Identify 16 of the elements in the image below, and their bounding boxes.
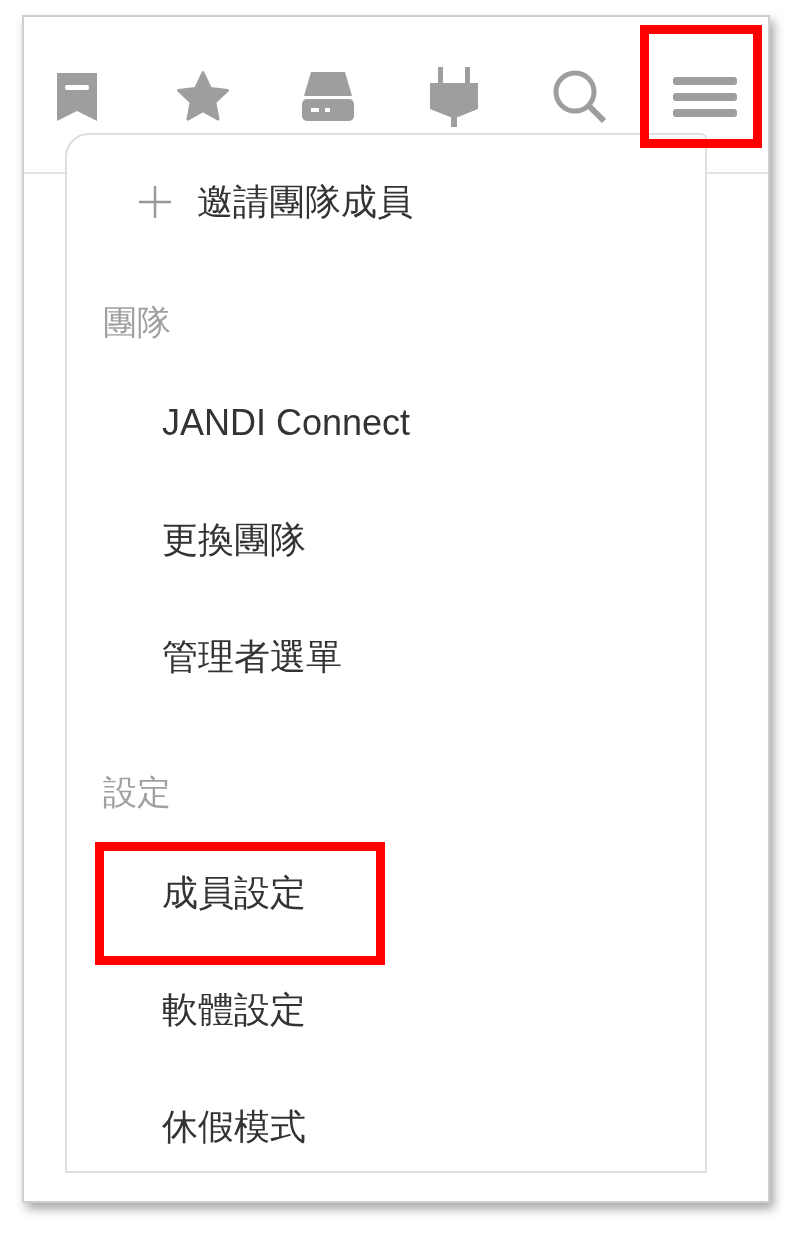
menu-item[interactable]: 軟體設定 [162,982,306,1037]
menu-item[interactable]: 成員設定 [162,865,306,920]
invite-member-item[interactable]: 邀請團隊成員 [67,172,413,232]
menu-item[interactable]: 更換團隊 [162,512,306,567]
search-icon [551,69,608,125]
section-heading: 設定 [103,771,171,813]
plus-icon [139,186,171,218]
menu-icon [673,77,738,117]
bookmark-icon [54,71,99,123]
section-heading: 團隊 [103,301,171,343]
plug-icon [427,67,480,127]
drive-icon [301,72,356,122]
menu-item[interactable]: 休假模式 [162,1099,306,1154]
star-icon [174,70,231,124]
menu-item[interactable]: 管理者選單 [162,629,342,684]
menu-item[interactable]: JANDI Connect [162,395,411,450]
